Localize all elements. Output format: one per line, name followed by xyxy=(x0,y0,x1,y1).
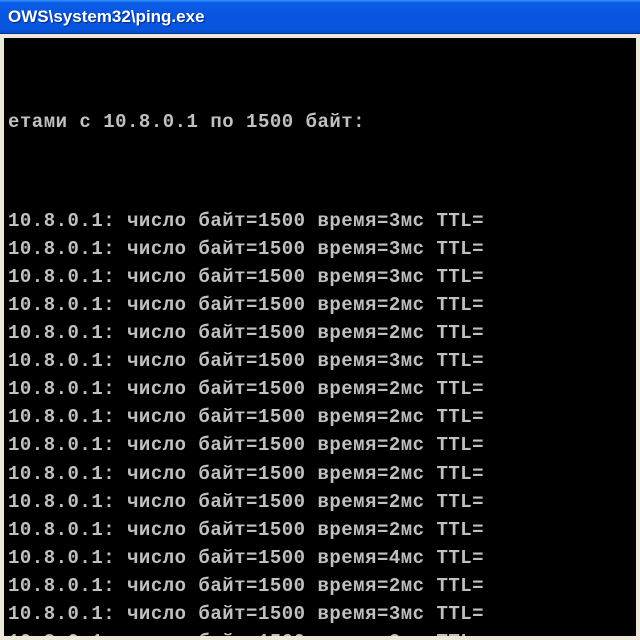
ping-reply-line: 10.8.0.1: число байт=1500 время=3мс TTL= xyxy=(8,600,636,628)
ping-reply-line: 10.8.0.1: число байт=1500 время=4мс TTL= xyxy=(8,544,636,572)
ping-reply-line: 10.8.0.1: число байт=1500 время=3мс TTL= xyxy=(8,263,636,291)
ping-reply-line: 10.8.0.1: число байт=1500 время=2мс TTL= xyxy=(8,431,636,459)
ping-reply-line: 10.8.0.1: число байт=1500 время=2мс TTL= xyxy=(8,319,636,347)
ping-reply-line: 10.8.0.1: число байт=1500 время=3мс TTL= xyxy=(8,347,636,375)
ping-reply-line: 10.8.0.1: число байт=1500 время=3мс TTL= xyxy=(8,235,636,263)
window-title: OWS\system32\ping.exe xyxy=(8,7,205,27)
ping-reply-line: 10.8.0.1: число байт=1500 время=2мс TTL= xyxy=(8,488,636,516)
ping-reply-line: 10.8.0.1: число байт=1500 время=3мс TTL= xyxy=(8,207,636,235)
ping-reply-line: 10.8.0.1: число байт=1500 время=2мс TTL= xyxy=(8,628,636,636)
ping-reply-line: 10.8.0.1: число байт=1500 время=2мс TTL= xyxy=(8,291,636,319)
window-body: етами с 10.8.0.1 по 1500 байт: 10.8.0.1:… xyxy=(0,34,640,640)
ping-reply-line: 10.8.0.1: число байт=1500 время=2мс TTL= xyxy=(8,403,636,431)
ping-reply-line: 10.8.0.1: число байт=1500 время=2мс TTL= xyxy=(8,516,636,544)
console-output: етами с 10.8.0.1 по 1500 байт: 10.8.0.1:… xyxy=(4,38,636,636)
ping-reply-line: 10.8.0.1: число байт=1500 время=2мс TTL= xyxy=(8,460,636,488)
ping-header-line: етами с 10.8.0.1 по 1500 байт: xyxy=(8,108,636,136)
ping-replies: 10.8.0.1: число байт=1500 время=3мс TTL=… xyxy=(8,207,636,636)
window-titlebar[interactable]: OWS\system32\ping.exe xyxy=(0,0,640,34)
ping-reply-line: 10.8.0.1: число байт=1500 время=2мс TTL= xyxy=(8,375,636,403)
ping-reply-line: 10.8.0.1: число байт=1500 время=2мс TTL= xyxy=(8,572,636,600)
